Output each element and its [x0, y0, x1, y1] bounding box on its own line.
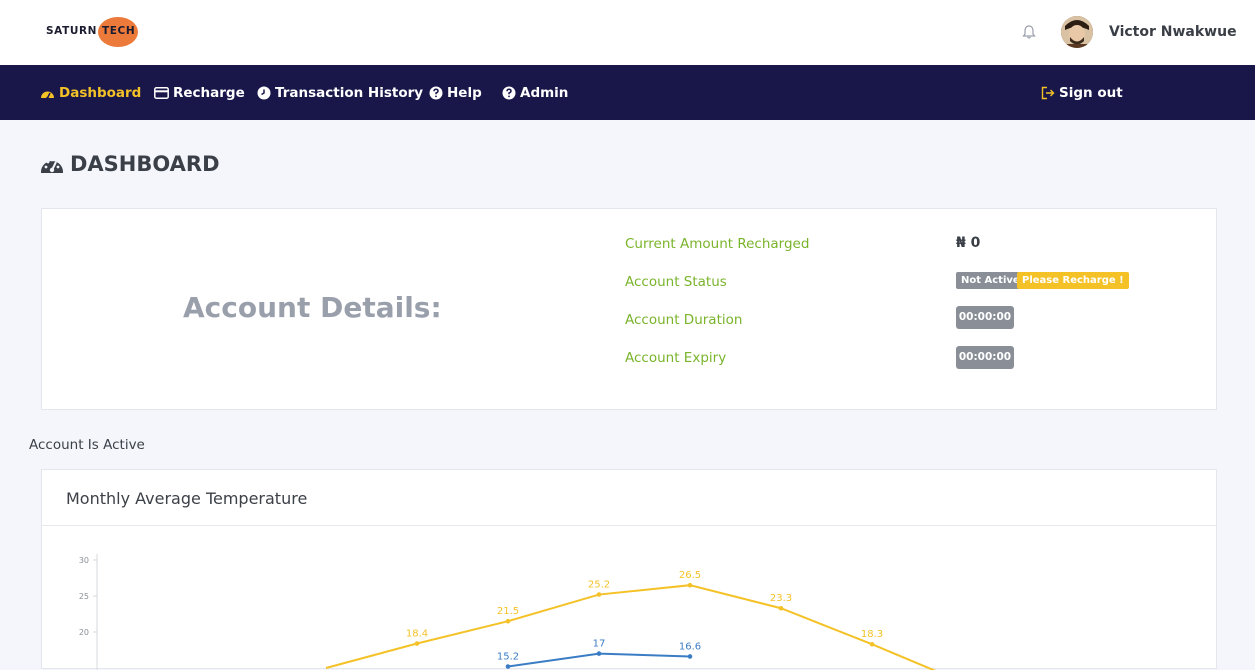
y-tick-label: 30: [79, 556, 89, 565]
current-amount-label: Current Amount Recharged: [625, 236, 810, 252]
user-name[interactable]: Victor Nwakwue: [1109, 24, 1237, 40]
account-details-card: Account Details: Current Amount Recharge…: [41, 208, 1217, 410]
credit-card-icon: [154, 87, 169, 99]
logo-word-1: SATURN: [46, 25, 98, 37]
temperature-chart-card: Monthly Average Temperature 30 25 20 18.4 21…: [41, 469, 1217, 670]
logo-word-2: TECH: [102, 25, 136, 37]
data-point: [687, 582, 693, 588]
data-label: 26.5: [679, 570, 701, 581]
recharge-badge: Please Recharge !: [1017, 272, 1129, 289]
nav-transaction-history[interactable]: Transaction History: [257, 84, 423, 102]
account-status-label: Account Status: [625, 274, 727, 290]
temperature-line-chart: 30 25 20 18.4 21.5 25.2 26.5 23.3 18.3 15.2 17 16.6: [79, 554, 937, 670]
account-details-heading: Account Details:: [183, 291, 442, 324]
nav-dashboard[interactable]: Dashboard: [40, 84, 141, 102]
nav-admin[interactable]: Admin: [502, 84, 568, 102]
nav-label: Recharge: [173, 85, 245, 101]
bell-icon[interactable]: [1021, 24, 1037, 40]
nav-label: Dashboard: [59, 85, 142, 101]
data-label: 18.4: [406, 629, 428, 640]
nav-label: Admin: [520, 85, 569, 101]
page-title: DASHBOARD: [40, 152, 220, 176]
y-tick-label: 25: [79, 592, 89, 601]
y-tick-label: 20: [79, 628, 89, 637]
data-label: 16.6: [679, 641, 701, 652]
nav-recharge[interactable]: Recharge: [154, 84, 245, 102]
account-duration-label: Account Duration: [625, 312, 743, 328]
brand-logo[interactable]: SATURN TECH: [46, 17, 140, 47]
clock-icon: [257, 86, 271, 100]
top-header: SATURN TECH Victor Nwakwue: [0, 0, 1255, 65]
data-point: [596, 592, 602, 597]
account-expiry-value: 00:00:00: [956, 346, 1014, 369]
nav-label: Transaction History: [275, 85, 424, 101]
data-label: 18.3: [861, 629, 883, 640]
nav-sign-out[interactable]: Sign out: [1041, 84, 1123, 102]
account-duration-value: 00:00:00: [956, 306, 1014, 329]
sign-out-icon: [1041, 86, 1055, 100]
nav-label: Sign out: [1059, 85, 1123, 101]
page-title-text: DASHBOARD: [70, 152, 220, 176]
question-circle-icon: [502, 86, 516, 100]
data-label: 15.2: [497, 652, 519, 663]
data-label: 25.2: [588, 580, 610, 591]
current-amount-value: ₦ 0: [956, 235, 981, 251]
account-status-text: Account Is Active: [29, 437, 145, 453]
data-label: 21.5: [497, 606, 519, 617]
nav-label: Help: [447, 85, 482, 101]
main-nav: Dashboard Recharge Transaction History H…: [0, 65, 1255, 120]
data-point: [414, 641, 420, 646]
data-point: [687, 654, 693, 659]
gauge-icon: [41, 158, 63, 173]
not-active-badge: Not Active: [956, 272, 1025, 289]
data-label: 23.3: [770, 593, 792, 604]
data-label: 17: [593, 639, 606, 650]
data-point: [869, 641, 875, 647]
data-point: [778, 605, 784, 611]
avatar[interactable]: [1061, 16, 1093, 48]
nav-help[interactable]: Help: [429, 84, 482, 102]
data-point: [505, 618, 511, 624]
gauge-icon: [41, 91, 54, 99]
account-expiry-label: Account Expiry: [625, 350, 727, 366]
data-point: [505, 664, 511, 669]
question-circle-icon: [429, 86, 443, 100]
